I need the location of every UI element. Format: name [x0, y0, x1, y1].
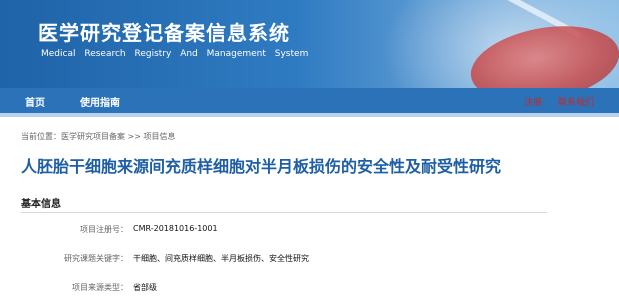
source-type-label: 项目来源类型： — [72, 283, 128, 292]
registration-number-value: CMR-20181016-1001 — [133, 224, 218, 233]
nav-guide-link[interactable]: 使用指南 — [80, 94, 120, 109]
contact-link[interactable]: 联系我们 — [558, 95, 594, 108]
breadcrumb: 当前位置：医学研究项目备案 >> 项目信息 — [21, 132, 176, 141]
nav-subbar — [0, 113, 619, 117]
register-link[interactable]: 注册 — [524, 95, 542, 108]
page-title: 人胚胎干细胞来源间充质样细胞对半月板损伤的安全性及耐受性研究 — [21, 157, 502, 176]
section-divider — [21, 212, 547, 213]
site-title: 医学研究登记备案信息系统 — [38, 21, 290, 45]
section-title: 基本信息 — [21, 199, 61, 210]
site-subtitle: Medical Research Registry And Management… — [41, 49, 309, 59]
nav-home-link[interactable]: 首页 — [25, 94, 45, 109]
header-banner: 医学研究登记备案信息系统 Medical Research Registry A… — [0, 0, 619, 88]
keywords-label: 研究课题关键字： — [64, 254, 128, 263]
keywords-value: 干细胞、间充质样细胞、半月板损伤、安全性研究 — [133, 254, 309, 263]
nav-bar: 首页 使用指南 注册 联系我们 — [0, 88, 619, 113]
source-type-value: 省部级 — [133, 283, 157, 292]
registration-number-label: 项目注册号： — [80, 225, 128, 234]
